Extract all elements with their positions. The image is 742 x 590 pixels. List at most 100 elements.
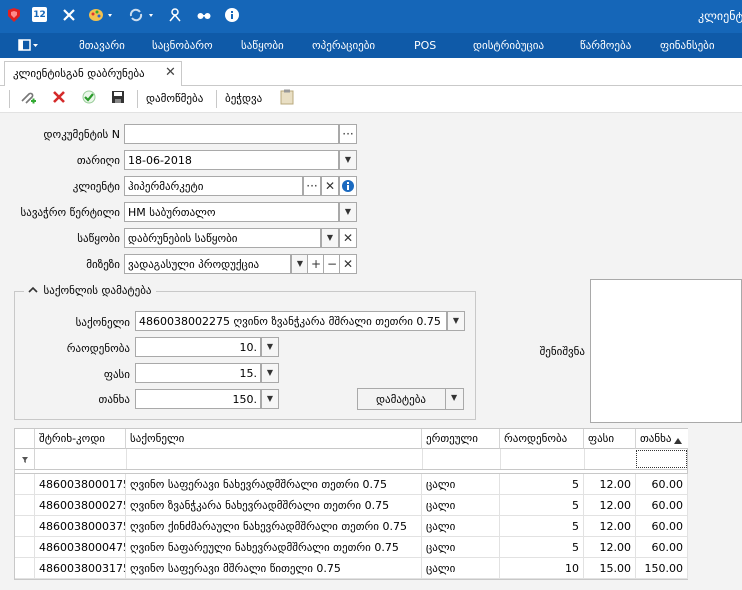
glasses-icon[interactable] bbox=[195, 7, 213, 25]
table-cell-barcode[interactable]: 4860038000275 bbox=[35, 495, 126, 516]
table-cell-sum[interactable]: 150.00 bbox=[636, 558, 688, 579]
sum-input[interactable]: 150. bbox=[135, 389, 261, 409]
table-cell-quantity[interactable]: 10 bbox=[500, 558, 584, 579]
date-input[interactable]: 18-06-2018 bbox=[124, 150, 339, 170]
item-dropdown-icon[interactable]: ▼ bbox=[447, 311, 465, 331]
add-goods-dropdown-icon[interactable]: ▼ bbox=[451, 393, 457, 402]
add-goods-header[interactable]: საქონლის დამატება bbox=[24, 284, 156, 297]
table-cell-unit[interactable]: ცალი bbox=[422, 537, 500, 558]
date-dropdown-icon[interactable]: ▼ bbox=[339, 150, 357, 170]
client-input[interactable]: ჰიპერმარკეტი bbox=[124, 176, 303, 196]
client-info-icon[interactable] bbox=[339, 176, 357, 196]
table-cell-barcode[interactable]: 4860038000475 bbox=[35, 537, 126, 558]
client-clear-icon[interactable]: ✕ bbox=[321, 176, 339, 196]
warehouse-clear-icon[interactable]: ✕ bbox=[339, 228, 357, 248]
table-cell-item[interactable]: ღვინო საფერავი მშრალი წითელი 0.75 bbox=[126, 558, 422, 579]
filter-row[interactable] bbox=[35, 449, 688, 470]
client-browse-button[interactable]: ··· bbox=[303, 176, 321, 196]
table-cell-sum[interactable]: 60.00 bbox=[636, 516, 688, 537]
table-cell-unit[interactable]: ცალი bbox=[422, 495, 500, 516]
doc-number-browse-button[interactable]: ··· bbox=[339, 124, 357, 144]
row-indicator[interactable] bbox=[15, 495, 35, 516]
row-indicator[interactable] bbox=[15, 474, 35, 495]
row-indicator[interactable] bbox=[15, 516, 35, 537]
menu-warehouse[interactable]: საწყობი bbox=[241, 39, 284, 52]
pos-dropdown-icon[interactable]: ▼ bbox=[339, 202, 357, 222]
app-logo-icon[interactable] bbox=[5, 7, 23, 25]
menu-distribution[interactable]: დისტრიბუცია bbox=[473, 39, 544, 52]
column-header-item[interactable]: საქონელი bbox=[126, 429, 422, 449]
table-cell-barcode[interactable]: 4860038000175 bbox=[35, 474, 126, 495]
user-icon[interactable] bbox=[166, 7, 184, 25]
item-label: საქონელი bbox=[75, 316, 130, 329]
warehouse-select[interactable]: დაბრუნების საწყობი bbox=[124, 228, 321, 248]
reason-select[interactable]: ვადაგასული პროდუქცია bbox=[124, 254, 291, 274]
row-indicator[interactable] bbox=[15, 558, 35, 579]
table-cell-sum[interactable]: 60.00 bbox=[636, 495, 688, 516]
table-cell-unit[interactable]: ცალი bbox=[422, 516, 500, 537]
layout-toggle-icon[interactable] bbox=[18, 38, 40, 53]
table-cell-quantity[interactable]: 5 bbox=[500, 516, 584, 537]
sync-icon[interactable] bbox=[128, 7, 156, 25]
menu-finances[interactable]: ფინანსები bbox=[660, 39, 715, 52]
clipboard-icon[interactable] bbox=[278, 89, 296, 109]
collapse-chevron-icon[interactable] bbox=[28, 284, 40, 297]
verify-button[interactable]: დამოწმება bbox=[146, 92, 203, 105]
item-select[interactable]: 4860038002275 ღვინო ზვანჭკარა მშრალი თეთ… bbox=[135, 311, 447, 331]
table-cell-price[interactable]: 12.00 bbox=[584, 495, 636, 516]
delete-icon[interactable] bbox=[49, 89, 69, 109]
pos-select[interactable]: HM საბურთალო bbox=[124, 202, 339, 222]
save-icon[interactable] bbox=[108, 89, 128, 109]
doc-number-input[interactable] bbox=[124, 124, 339, 144]
close-icon[interactable]: ✕ bbox=[165, 65, 176, 80]
price-label: ფასი bbox=[103, 368, 130, 381]
table-cell-unit[interactable]: ცალი bbox=[422, 558, 500, 579]
add-goods-button[interactable]: დამატება ▼ bbox=[357, 388, 464, 410]
price-input[interactable]: 15. bbox=[135, 363, 261, 383]
column-header-sum[interactable]: თანხა bbox=[636, 429, 688, 449]
table-cell-price[interactable]: 12.00 bbox=[584, 516, 636, 537]
tools-icon[interactable] bbox=[60, 7, 78, 25]
table-cell-price[interactable]: 15.00 bbox=[584, 558, 636, 579]
table-cell-item[interactable]: ღვინო ნაფარეული ნახევრადმშრალი თეთრი 0.7… bbox=[126, 537, 422, 558]
table-cell-quantity[interactable]: 5 bbox=[500, 537, 584, 558]
column-header-unit[interactable]: ერთეული bbox=[422, 429, 500, 449]
menu-production[interactable]: წარმოება bbox=[580, 39, 631, 52]
calendar-icon[interactable]: 12 bbox=[32, 7, 50, 25]
sum-dropdown-icon[interactable]: ▼ bbox=[261, 389, 279, 409]
table-cell-price[interactable]: 12.00 bbox=[584, 474, 636, 495]
palette-icon[interactable] bbox=[88, 7, 114, 25]
print-button[interactable]: ბეჭდვა bbox=[225, 92, 262, 105]
attach-icon[interactable] bbox=[18, 89, 38, 109]
approve-icon[interactable] bbox=[79, 89, 99, 109]
table-cell-item[interactable]: ღვინო საფერავი ნახევრადმშრალი თეთრი 0.75 bbox=[126, 474, 422, 495]
notes-textarea[interactable] bbox=[590, 279, 742, 423]
menu-references[interactable]: საცნობარო bbox=[152, 39, 213, 52]
filter-cell-focused[interactable] bbox=[636, 450, 687, 468]
info-icon[interactable] bbox=[223, 7, 241, 25]
column-header-barcode[interactable]: შტრიხ-კოდი bbox=[35, 429, 126, 449]
table-cell-barcode[interactable]: 4860038000375 bbox=[35, 516, 126, 537]
menu-pos[interactable]: POS bbox=[414, 39, 436, 52]
menu-operations[interactable]: ოპერაციები bbox=[312, 39, 375, 52]
filter-row-icon[interactable] bbox=[15, 449, 35, 470]
quantity-input[interactable]: 10. bbox=[135, 337, 261, 357]
menu-home[interactable]: მთავარი bbox=[79, 39, 125, 52]
tab-client-return[interactable]: კლიენტისგან დაბრუნება ✕ bbox=[4, 61, 182, 86]
reason-clear-icon[interactable]: ✕ bbox=[339, 254, 357, 274]
table-cell-sum[interactable]: 60.00 bbox=[636, 537, 688, 558]
table-cell-item[interactable]: ღვინო ზვანჭკარა ნახევრადმშრალი თეთრი 0.7… bbox=[126, 495, 422, 516]
table-cell-quantity[interactable]: 5 bbox=[500, 495, 584, 516]
table-cell-unit[interactable]: ცალი bbox=[422, 474, 500, 495]
column-header-quantity[interactable]: რაოდენობა bbox=[500, 429, 584, 449]
table-cell-barcode[interactable]: 4860038003175 bbox=[35, 558, 126, 579]
quantity-dropdown-icon[interactable]: ▼ bbox=[261, 337, 279, 357]
table-cell-sum[interactable]: 60.00 bbox=[636, 474, 688, 495]
row-indicator[interactable] bbox=[15, 537, 35, 558]
column-header-price[interactable]: ფასი bbox=[584, 429, 636, 449]
table-cell-quantity[interactable]: 5 bbox=[500, 474, 584, 495]
table-cell-price[interactable]: 12.00 bbox=[584, 537, 636, 558]
price-dropdown-icon[interactable]: ▼ bbox=[261, 363, 279, 383]
table-cell-item[interactable]: ღვინო ქინძმარაული ნახევრადმშრალი თეთრი 0… bbox=[126, 516, 422, 537]
warehouse-dropdown-icon[interactable]: ▼ bbox=[321, 228, 339, 248]
